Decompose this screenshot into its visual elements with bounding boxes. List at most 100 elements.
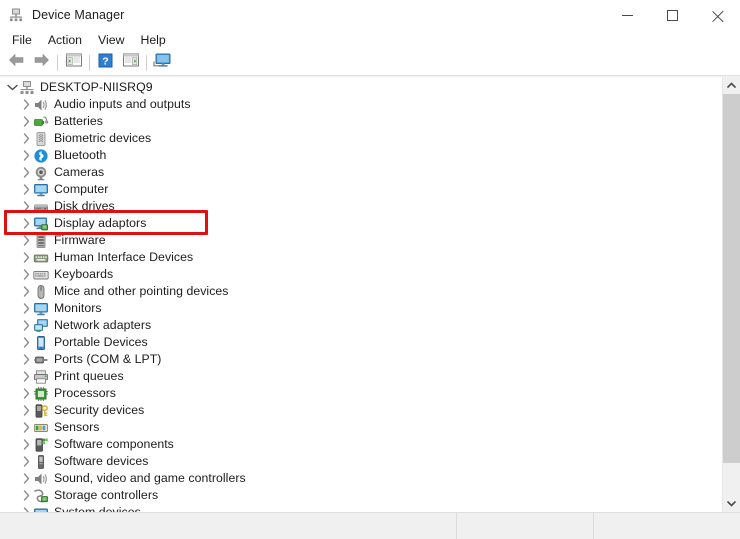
tree-row[interactable]: Ports (COM & LPT) — [0, 351, 722, 368]
svg-text:?: ? — [102, 55, 108, 67]
scrollbar-track[interactable] — [723, 94, 740, 495]
chevron-right-icon[interactable] — [20, 402, 33, 419]
close-button[interactable] — [695, 0, 740, 30]
tree-row[interactable]: Audio inputs and outputs — [0, 96, 722, 113]
tree-item-label: System devices — [54, 505, 141, 512]
tree-row[interactable]: Display adaptors — [0, 215, 722, 232]
tree-row[interactable]: System devices — [0, 504, 722, 512]
scrollbar-thumb[interactable] — [723, 94, 740, 463]
chevron-right-icon[interactable] — [20, 266, 33, 283]
help-question-icon: ? — [98, 53, 113, 73]
chevron-right-icon[interactable] — [20, 334, 33, 351]
chevron-up-icon — [727, 82, 736, 88]
processor-icon — [33, 386, 49, 402]
chevron-right-icon[interactable] — [20, 147, 33, 164]
tree-row[interactable]: Batteries — [0, 113, 722, 130]
tree-row[interactable]: Sound, video and game controllers — [0, 470, 722, 487]
monitor-icon — [33, 301, 49, 317]
disk-drive-icon — [33, 199, 49, 215]
tree-item-label: Disk drives — [54, 199, 115, 213]
tree-item-label: Processors — [54, 386, 117, 400]
toolbar-separator-1 — [57, 54, 58, 71]
tree-row[interactable]: Human Interface Devices — [0, 249, 722, 266]
firmware-icon — [33, 233, 49, 249]
chevron-right-icon[interactable] — [20, 215, 33, 232]
device-tree[interactable]: DESKTOP-NIISRQ9 Audio inputs and outputs B… — [0, 77, 722, 512]
tree-row[interactable]: Software devices — [0, 453, 722, 470]
tree-row[interactable]: Sensors — [0, 419, 722, 436]
tree-row[interactable]: Monitors — [0, 300, 722, 317]
tree-row[interactable]: Security devices — [0, 402, 722, 419]
tree-item-label: Bluetooth — [54, 148, 107, 162]
chevron-right-icon[interactable] — [20, 181, 33, 198]
chevron-right-icon[interactable] — [20, 470, 33, 487]
scroll-down-button[interactable] — [723, 495, 740, 512]
tree-row[interactable]: Storage controllers — [0, 487, 722, 504]
chevron-right-icon[interactable] — [20, 351, 33, 368]
tree-row[interactable]: Portable Devices — [0, 334, 722, 351]
chevron-right-icon[interactable] — [20, 113, 33, 130]
forward-button[interactable] — [29, 52, 54, 74]
tree-row[interactable]: Firmware — [0, 232, 722, 249]
menu-item-file[interactable]: File — [6, 30, 42, 50]
chevron-right-icon[interactable] — [20, 300, 33, 317]
keyboard-icon — [33, 267, 49, 283]
tree-row[interactable]: Mice and other pointing devices — [0, 283, 722, 300]
minimize-button[interactable] — [605, 0, 650, 30]
menu-item-view[interactable]: View — [92, 30, 134, 50]
help-button[interactable]: ? — [93, 52, 118, 74]
maximize-icon — [667, 9, 678, 21]
vertical-scrollbar[interactable] — [722, 77, 740, 512]
chevron-right-icon[interactable] — [20, 164, 33, 181]
back-button[interactable] — [4, 52, 29, 74]
network-adapter-icon — [33, 318, 49, 334]
forward-arrow-icon — [33, 53, 50, 72]
maximize-button[interactable] — [650, 0, 695, 30]
chevron-right-icon[interactable] — [20, 368, 33, 385]
chevron-right-icon[interactable] — [20, 453, 33, 470]
chevron-down-icon — [727, 501, 736, 507]
show-hide-console-tree-button[interactable] — [61, 52, 86, 74]
scroll-up-button[interactable] — [723, 77, 740, 94]
chevron-right-icon[interactable] — [20, 419, 33, 436]
device-manager-window: Device Manager File Action View Help ? D… — [0, 0, 740, 539]
tree-row[interactable]: Disk drives — [0, 198, 722, 215]
tree-row[interactable]: Computer — [0, 181, 722, 198]
camera-icon — [33, 165, 49, 181]
sensor-icon — [33, 420, 49, 436]
tree-row[interactable]: Bluetooth — [0, 147, 722, 164]
tree-item-label: Display adaptors — [54, 216, 147, 230]
tree-row[interactable]: Software components — [0, 436, 722, 453]
scan-for-hardware-changes-button[interactable] — [150, 52, 175, 74]
tree-item-label: Sensors — [54, 420, 100, 434]
chevron-right-icon[interactable] — [20, 385, 33, 402]
chevron-right-icon[interactable] — [20, 198, 33, 215]
chevron-right-icon[interactable] — [20, 317, 33, 334]
tree-row[interactable]: Print queues — [0, 368, 722, 385]
chevron-right-icon[interactable] — [20, 487, 33, 504]
tree-row[interactable]: Network adapters — [0, 317, 722, 334]
chevron-right-icon[interactable] — [20, 96, 33, 113]
chevron-down-icon[interactable] — [6, 79, 19, 96]
properties-button[interactable] — [118, 52, 143, 74]
tree-item-label: DESKTOP-NIISRQ9 — [40, 80, 153, 94]
tree-row[interactable]: Biometric devices — [0, 130, 722, 147]
chevron-right-icon[interactable] — [20, 232, 33, 249]
bluetooth-icon — [33, 148, 49, 164]
printer-icon — [33, 369, 49, 385]
chevron-right-icon[interactable] — [20, 504, 33, 512]
menu-item-help[interactable]: Help — [134, 30, 175, 50]
computer-root-icon — [19, 80, 35, 96]
chevron-right-icon[interactable] — [20, 249, 33, 266]
tree-row[interactable]: Cameras — [0, 164, 722, 181]
chevron-right-icon[interactable] — [20, 436, 33, 453]
software-component-icon — [33, 437, 49, 453]
minimize-icon — [622, 14, 633, 16]
window-title: Device Manager — [32, 8, 125, 22]
menu-item-action[interactable]: Action — [42, 30, 92, 50]
chevron-right-icon[interactable] — [20, 283, 33, 300]
chevron-right-icon[interactable] — [20, 130, 33, 147]
tree-row[interactable]: Processors — [0, 385, 722, 402]
tree-row[interactable]: Keyboards — [0, 266, 722, 283]
tree-row-root[interactable]: DESKTOP-NIISRQ9 — [0, 79, 722, 96]
